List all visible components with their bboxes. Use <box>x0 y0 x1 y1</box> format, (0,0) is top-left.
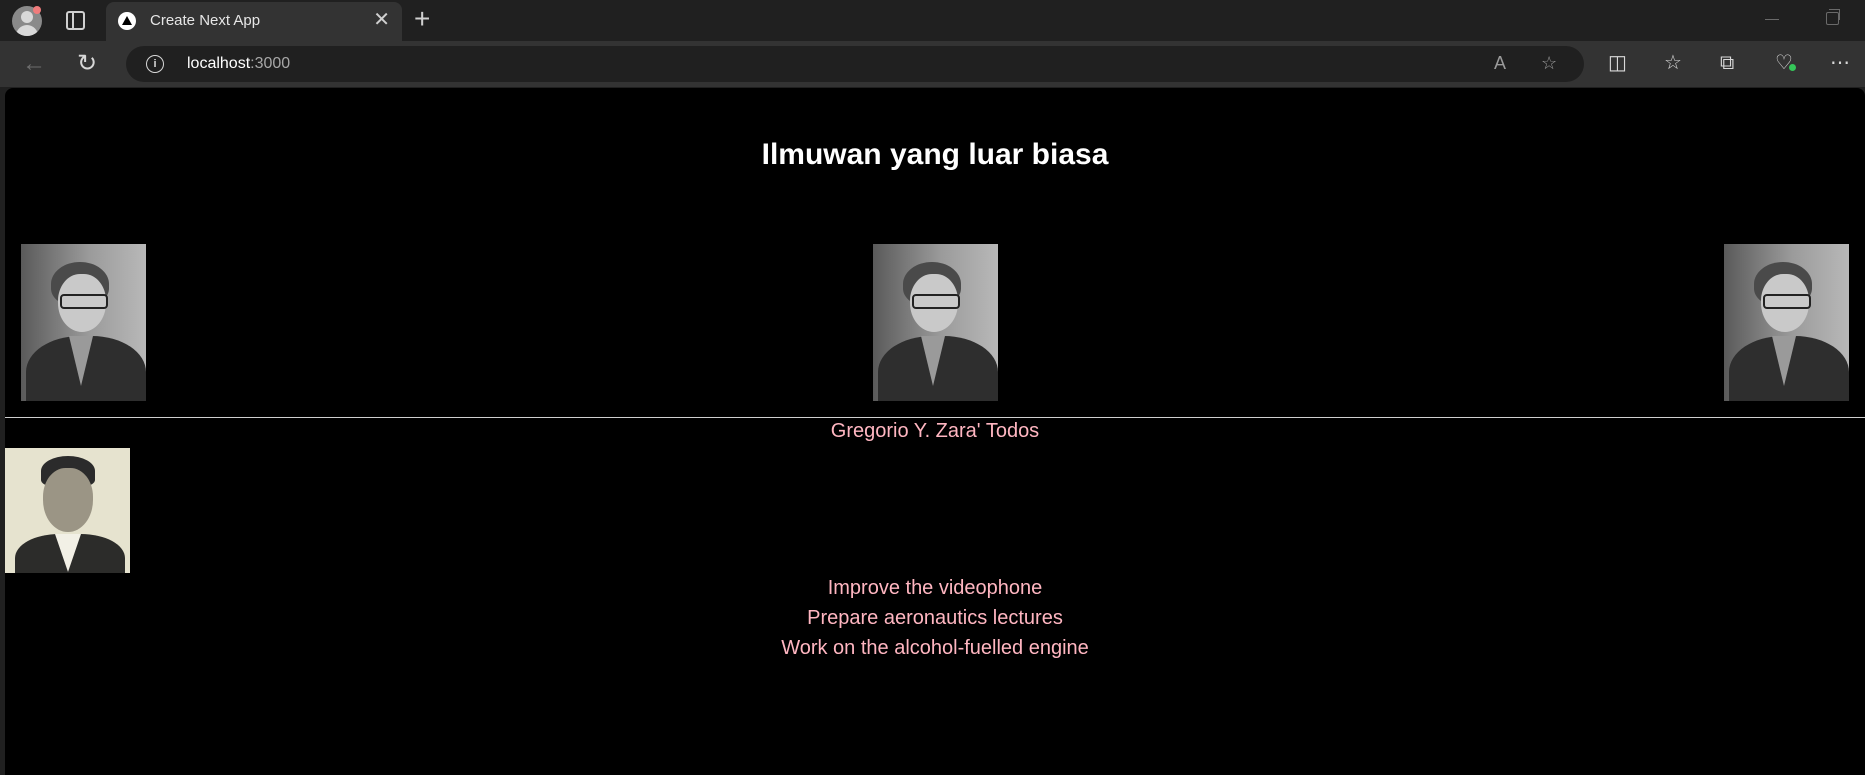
avatar-head <box>21 11 33 23</box>
minimize-window-icon[interactable] <box>1765 19 1779 20</box>
avatar-body <box>16 25 38 36</box>
scientist-portrait-center <box>873 244 998 401</box>
page-heading: Ilmuwan yang luar biasa <box>761 138 1109 171</box>
site-info-icon[interactable]: i <box>146 55 164 73</box>
todo-list: Improve the videophone Prepare aeronauti… <box>5 573 1865 663</box>
browser-tab[interactable]: Create Next App ✕ <box>106 2 402 41</box>
url-host: localhost <box>187 55 251 72</box>
nextjs-favicon-icon <box>118 12 136 30</box>
reload-icon[interactable]: ↻ <box>77 52 97 76</box>
photo-face <box>43 468 93 532</box>
browser-tab-bar: Create Next App ✕ + <box>0 0 1865 41</box>
notification-dot <box>33 6 41 14</box>
favorite-star-icon[interactable]: ☆ <box>1541 53 1557 74</box>
portrait-glasses <box>912 294 960 309</box>
page-viewport: Ilmuwan yang luar biasa Gregorio Y. Zara… <box>5 88 1865 775</box>
portrait-glasses <box>1763 294 1811 309</box>
tab-title: Create Next App <box>150 12 261 29</box>
new-tab-plus-icon[interactable]: + <box>414 4 430 34</box>
collections-icon[interactable]: ⧉ <box>1720 52 1734 74</box>
read-aloud-icon[interactable]: A <box>1494 53 1506 74</box>
close-tab-icon[interactable]: ✕ <box>373 10 390 30</box>
todo-item: Improve the videophone <box>827 577 1043 599</box>
tab-actions-icon[interactable] <box>66 11 85 30</box>
todo-item: Prepare aeronautics lectures <box>807 607 1063 629</box>
portrait-glasses <box>60 294 108 309</box>
scientist-portrait-left <box>21 244 146 401</box>
scientist-photo <box>5 448 130 573</box>
status-dot <box>1789 64 1796 71</box>
todo-item: Work on the alcohol-fuelled engine <box>781 637 1089 659</box>
horizontal-divider <box>5 417 1865 418</box>
address-bar[interactable]: i localhost:3000 A ☆ <box>126 46 1584 82</box>
restore-window-icon[interactable] <box>1826 9 1840 25</box>
url-port: :3000 <box>250 55 291 72</box>
url-text[interactable]: localhost:3000 <box>187 55 290 73</box>
favorites-icon[interactable]: ☆ <box>1664 52 1682 74</box>
scientist-name: Gregorio Y. Zara' Todos <box>830 420 1040 442</box>
back-arrow-icon[interactable]: ← <box>22 52 46 76</box>
split-screen-icon[interactable]: ◫ <box>1608 52 1627 74</box>
browser-toolbar: ← ↻ i localhost:3000 A ☆ <box>0 41 1865 87</box>
scientist-portrait-right <box>1724 244 1849 401</box>
more-options-icon[interactable]: ⋯ <box>1830 52 1850 74</box>
